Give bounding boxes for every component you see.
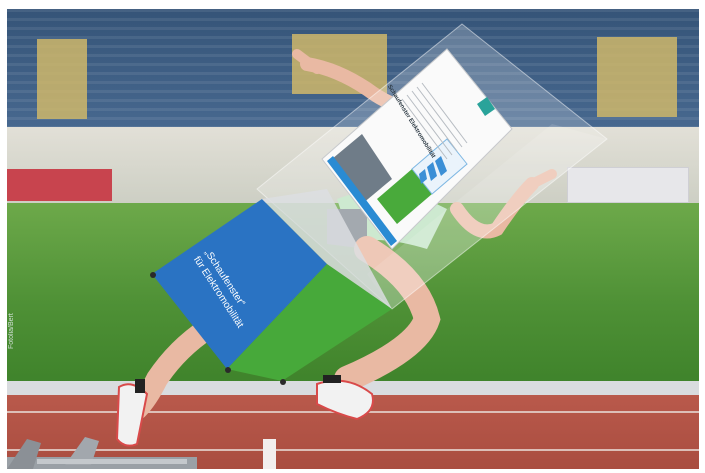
photo-credit: Fotolia/Bert: [8, 313, 15, 349]
stadium-photo: „Schaufenster“ für Elektromobilität Scha…: [7, 9, 699, 469]
brochure-document: [321, 48, 513, 250]
